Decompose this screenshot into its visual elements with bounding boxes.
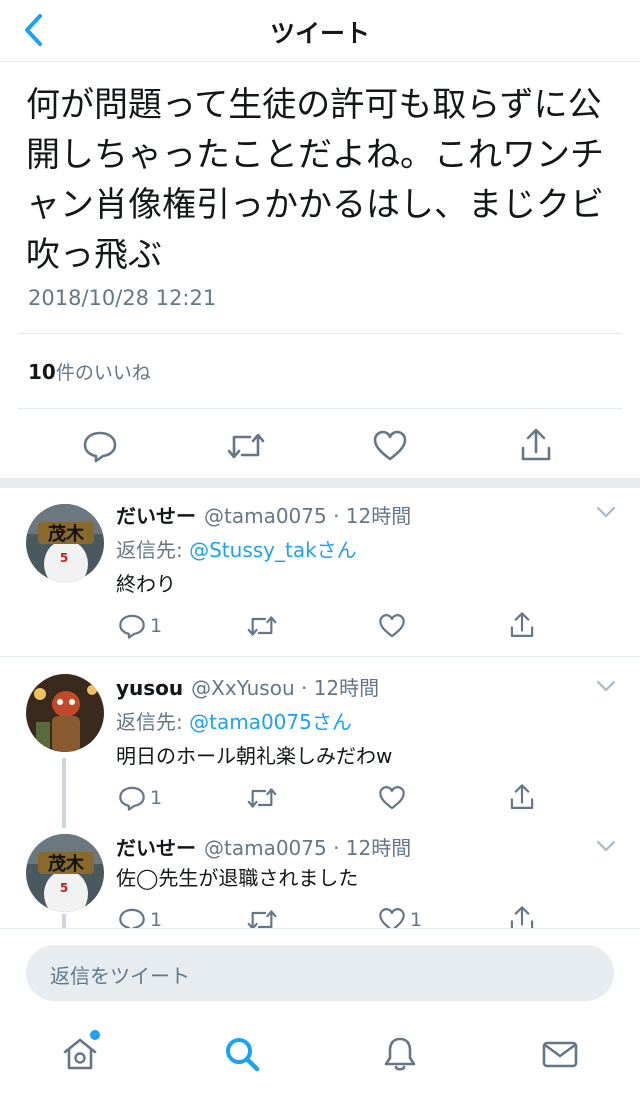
like-button[interactable]: 1 — [378, 906, 422, 928]
reply-button[interactable]: 1 — [118, 612, 162, 640]
reply-tweet[interactable]: 茂木 5 だいせー @tama0075 · 12時間 佐◯先生が退職されました 1 … — [0, 828, 640, 928]
bell-icon — [384, 1037, 416, 1071]
mention-link[interactable]: @Stussy_takさん — [189, 538, 357, 562]
retweet-icon — [247, 788, 277, 808]
user-handle: @tama0075 · 12時間 — [204, 504, 412, 528]
tab-home[interactable] — [58, 1030, 102, 1076]
top-navbar: ツイート — [0, 0, 640, 62]
chevron-down-icon — [596, 506, 616, 518]
heart-icon — [379, 786, 405, 810]
speech-bubble-icon — [119, 614, 145, 639]
home-icon — [63, 1038, 97, 1070]
new-content-dot — [90, 1030, 100, 1040]
tweet-actions — [0, 420, 640, 474]
reply-to-line: 返信先: @tama0075さん — [116, 706, 352, 735]
tab-search[interactable] — [220, 1032, 264, 1076]
avatar[interactable] — [26, 674, 104, 752]
likes-count: 10 — [28, 360, 56, 384]
share-button[interactable] — [508, 904, 536, 928]
heart-icon — [379, 614, 405, 638]
divider — [0, 656, 640, 657]
bottom-tab-bar — [0, 1018, 640, 1096]
speech-bubble-icon — [119, 786, 145, 811]
thread-line — [62, 914, 66, 928]
retweet-button[interactable] — [246, 906, 282, 928]
speech-bubble-icon — [83, 431, 117, 463]
svg-text:5: 5 — [60, 551, 68, 565]
retweet-icon — [227, 433, 265, 459]
reply-header: だいせー @tama0075 · 12時間 — [116, 500, 411, 529]
share-icon — [521, 428, 551, 461]
reply-to-line: 返信先: @Stussy_takさん — [116, 534, 357, 563]
reply-count: 1 — [150, 909, 163, 928]
reply-tweet[interactable]: 茂木 5 だいせー @tama0075 · 12時間 返信先: @Stussy_ta… — [0, 488, 640, 654]
reply-count: 1 — [150, 787, 163, 809]
user-handle: @XxYusou · 12時間 — [191, 676, 380, 700]
likes-count-link[interactable]: 10件のいいね — [28, 358, 151, 385]
share-icon — [510, 612, 534, 637]
divider — [18, 408, 622, 409]
share-button[interactable] — [508, 610, 536, 640]
retweet-button[interactable] — [246, 612, 282, 640]
section-separator — [0, 478, 640, 488]
reply-button[interactable]: 1 — [118, 906, 162, 928]
like-count: 1 — [410, 909, 423, 928]
user-name[interactable]: yusou — [116, 676, 183, 700]
reply-text: 佐◯先生が退職されました — [116, 866, 359, 890]
user-handle: @tama0075 · 12時間 — [204, 836, 412, 860]
more-options-button[interactable] — [596, 838, 616, 857]
user-name[interactable]: だいせー — [116, 504, 196, 528]
compose-bar: 返信をツイート — [0, 928, 640, 1018]
like-button[interactable] — [378, 784, 410, 812]
envelope-icon — [542, 1041, 578, 1068]
retweet-button[interactable] — [246, 784, 282, 812]
chevron-down-icon — [596, 680, 616, 692]
heart-icon — [373, 430, 407, 461]
heart-icon — [379, 908, 405, 928]
search-icon — [226, 1038, 260, 1072]
retweet-button[interactable] — [226, 428, 266, 464]
tab-notifications[interactable] — [378, 1032, 422, 1076]
divider — [18, 333, 622, 334]
likes-label: 件のいいね — [55, 362, 151, 384]
user-name[interactable]: だいせー — [116, 836, 196, 860]
mention-link[interactable]: @tama0075さん — [189, 710, 352, 734]
reply-text: 終わり — [116, 572, 176, 596]
tab-messages[interactable] — [538, 1032, 582, 1076]
chevron-down-icon — [596, 840, 616, 852]
reply-button[interactable]: 1 — [118, 784, 162, 812]
reply-header: yusou @XxYusou · 12時間 — [116, 672, 379, 701]
reply-count: 1 — [150, 615, 163, 637]
avatar[interactable]: 茂木 5 — [26, 834, 104, 912]
more-options-button[interactable] — [596, 678, 616, 697]
reply-text: 明日のホール朝礼楽しみだわw — [116, 744, 393, 768]
compose-placeholder: 返信をツイート — [50, 964, 190, 988]
share-button[interactable] — [508, 782, 536, 812]
reply-to-label: 返信先: — [116, 710, 190, 734]
thread-line — [62, 758, 66, 828]
avatar[interactable]: 茂木 5 — [26, 504, 104, 582]
reply-to-label: 返信先: — [116, 538, 190, 562]
share-icon — [510, 784, 534, 809]
tweet-timestamp: 2018/10/28 12:21 — [28, 286, 217, 310]
share-button[interactable] — [518, 426, 554, 464]
svg-text:5: 5 — [60, 881, 68, 895]
retweet-icon — [247, 616, 277, 636]
speech-bubble-icon — [119, 908, 145, 928]
page-title: ツイート — [269, 19, 370, 48]
reply-button[interactable] — [82, 428, 118, 464]
share-icon — [510, 906, 534, 928]
svg-text:茂木: 茂木 — [48, 853, 85, 875]
like-button[interactable] — [372, 428, 408, 464]
more-options-button[interactable] — [596, 504, 616, 523]
tweet-text: 何が問題って生徒の許可も取らずに公開しちゃったことだよね。これワンチャン肖像権引… — [26, 85, 604, 275]
reply-header: だいせー @tama0075 · 12時間 — [116, 832, 411, 861]
retweet-icon — [247, 910, 277, 928]
reply-compose-input[interactable]: 返信をツイート — [26, 945, 614, 1001]
svg-text:茂木: 茂木 — [48, 523, 85, 545]
reply-tweet[interactable]: yusou @XxYusou · 12時間 返信先: @tama0075さん 明日… — [0, 658, 640, 828]
like-button[interactable] — [378, 612, 410, 640]
